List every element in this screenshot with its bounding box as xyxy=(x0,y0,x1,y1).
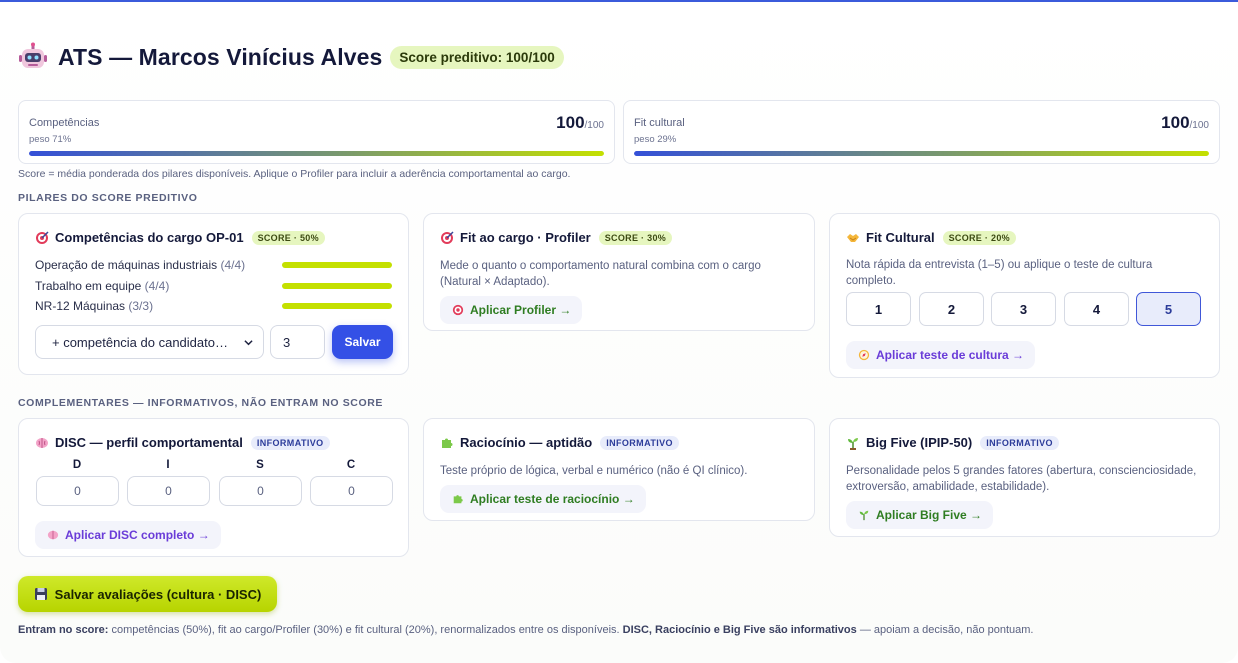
compass-icon xyxy=(858,349,870,361)
target-icon xyxy=(452,304,464,316)
score-tag: SCORE · 30% xyxy=(598,230,673,245)
card-title: Raciocínio — aptidão xyxy=(460,435,593,450)
rating-button-3[interactable]: 3 xyxy=(991,292,1056,326)
seedling-icon xyxy=(859,510,869,521)
info-tag: INFORMATIVO xyxy=(980,435,1059,450)
card-title: Big Five (IPIP-50) xyxy=(866,435,973,450)
competency-bar xyxy=(282,283,392,289)
disc-input-s[interactable]: 0 xyxy=(219,476,302,506)
chevron-down-icon xyxy=(244,340,253,346)
card-fit-cargo: Fit ao cargo · Profiler SCORE · 30% Mede… xyxy=(423,213,815,331)
kpi-progress-fill xyxy=(634,151,1209,156)
card-disc: DISC — perfil comportamental INFORMATIVO… xyxy=(18,418,409,557)
rating-button-4[interactable]: 4 xyxy=(1064,292,1129,326)
card-description: Personalidade pelos 5 grandes fatores (a… xyxy=(846,465,1197,493)
list-item: Trabalho em equipe (4/4) xyxy=(35,278,392,294)
list-item: NR-12 Máquinas (3/3) xyxy=(35,298,392,314)
kpi-weight: peso 29% xyxy=(634,134,677,145)
card-description: Mede o quanto o comportamento natural co… xyxy=(440,260,761,288)
card-raciocinio: Raciocínio — aptidão INFORMATIVO Teste p… xyxy=(423,418,815,521)
kpi-progress-fill xyxy=(29,151,604,156)
kpi-competencias: Competências peso 71% 100/100 xyxy=(18,100,615,164)
apply-disc-button[interactable]: Aplicar DISC completo → xyxy=(35,521,221,549)
disc-input-d[interactable]: 0 xyxy=(36,476,119,506)
apply-reasoning-button[interactable]: Aplicar teste de raciocínio → xyxy=(440,485,646,513)
floppy-disk-icon xyxy=(34,588,47,600)
puzzle-icon xyxy=(453,495,463,504)
card-description: Teste próprio de lógica, verbal e numéri… xyxy=(440,465,748,477)
apply-profiler-button[interactable]: Aplicar Profiler → xyxy=(440,296,583,324)
score-note: Score = média ponderada dos pilares disp… xyxy=(18,168,571,180)
rating-button-2[interactable]: 2 xyxy=(919,292,984,326)
target-icon xyxy=(441,230,454,244)
page-header: ATS — Marcos Vinícius Alves Score predit… xyxy=(18,42,564,72)
competency-bar xyxy=(282,303,392,309)
disc-input-i[interactable]: 0 xyxy=(127,476,210,506)
kpi-label: Fit cultural xyxy=(634,117,685,129)
info-tag: INFORMATIVO xyxy=(600,435,679,450)
disc-label-s: S xyxy=(256,459,264,471)
predictive-score-badge: Score preditivo: 100/100 xyxy=(390,45,564,69)
kpi-progress-bar xyxy=(634,151,1209,156)
list-item: Operação de máquinas industriais (4/4) xyxy=(35,257,392,273)
score-tag: SCORE · 20% xyxy=(942,230,1016,245)
disc-label-d: D xyxy=(72,459,82,471)
competency-level-input[interactable]: 3 xyxy=(270,325,325,359)
rating-button-5[interactable]: 5 xyxy=(1136,292,1201,326)
card-description: Nota rápida da entrevista (1–5) ou apliq… xyxy=(846,259,1153,287)
robot-icon xyxy=(19,42,47,68)
info-tag: INFORMATIVO xyxy=(250,435,330,450)
card-title: Competências do cargo OP-01 xyxy=(55,230,244,245)
score-tag: SCORE · 50% xyxy=(251,230,325,245)
card-title: Fit ao cargo · Profiler xyxy=(460,230,591,245)
handshake-icon xyxy=(847,233,859,242)
save-competency-button[interactable]: Salvar xyxy=(332,325,393,359)
card-title: Fit Cultural xyxy=(866,230,935,245)
card-bigfive: Big Five (IPIP-50) INFORMATIVO Personali… xyxy=(829,418,1220,537)
footer-note: Entram no score: competências (50%), fit… xyxy=(18,624,1034,636)
kpi-label: Competências xyxy=(29,117,100,129)
disc-input-c[interactable]: 0 xyxy=(310,476,393,506)
kpi-weight: peso 71% xyxy=(29,134,72,145)
rating-button-1[interactable]: 1 xyxy=(846,292,911,326)
brain-icon xyxy=(36,437,48,448)
competency-bar xyxy=(282,262,392,268)
section-pillars: PILARES DO SCORE PREDITIVO xyxy=(18,192,198,204)
kpi-value: 100/100 xyxy=(556,113,604,132)
brain-icon xyxy=(47,530,59,540)
apply-bigfive-button[interactable]: Aplicar Big Five → xyxy=(846,501,994,529)
card-competencias: Competências do cargo OP-01 SCORE · 50% … xyxy=(18,213,409,375)
disc-label-c: C xyxy=(346,459,356,471)
save-evaluations-button[interactable]: Salvar avaliações (cultura · DISC) xyxy=(18,576,277,612)
disc-label-i: I xyxy=(166,459,170,471)
puzzle-icon xyxy=(442,438,453,448)
competency-select[interactable]: + competência do candidato… xyxy=(35,325,264,359)
seedling-icon xyxy=(848,437,858,450)
kpi-value: 100/100 xyxy=(1161,113,1209,132)
target-icon xyxy=(36,230,49,244)
apply-culture-test-button[interactable]: Aplicar teste de cultura → xyxy=(846,341,1036,369)
page-title: ATS — Marcos Vinícius Alves xyxy=(58,43,383,70)
card-title: DISC — perfil comportamental xyxy=(55,435,243,450)
card-fit-cultural: Fit Cultural SCORE · 20% Nota rápida da … xyxy=(829,213,1220,378)
ats-panel: ATS — Marcos Vinícius Alves Score predit… xyxy=(0,2,1238,663)
kpi-fit-cultural: Fit cultural peso 29% 100/100 xyxy=(623,100,1220,164)
section-complementary: COMPLEMENTARES — INFORMATIVOS, NÃO ENTRA… xyxy=(18,397,384,409)
kpi-progress-bar xyxy=(29,151,604,156)
